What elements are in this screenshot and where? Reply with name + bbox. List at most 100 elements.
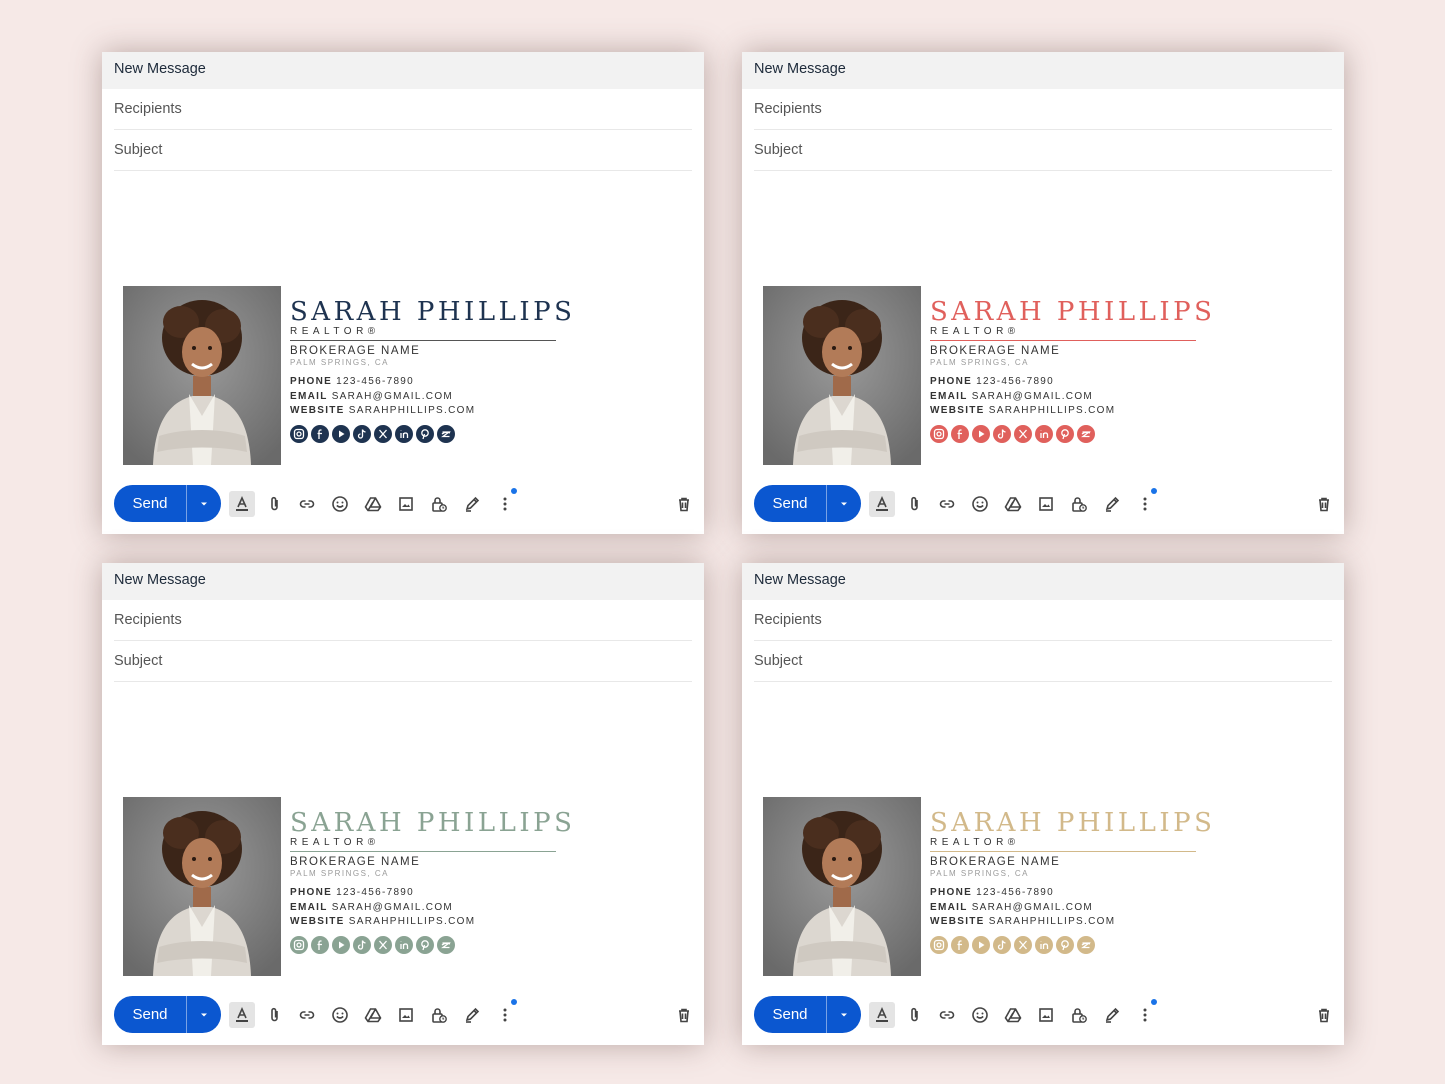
- more-icon[interactable]: [492, 491, 518, 517]
- link-icon[interactable]: [294, 491, 320, 517]
- schedule-send-dropdown[interactable]: [827, 996, 861, 1033]
- drive-icon[interactable]: [360, 1002, 386, 1028]
- attach-icon[interactable]: [262, 1002, 288, 1028]
- youtube-icon[interactable]: [972, 935, 990, 954]
- lock-clock-icon[interactable]: [426, 1002, 452, 1028]
- instagram-icon[interactable]: [930, 424, 948, 443]
- subject-field[interactable]: Subject: [754, 641, 1332, 682]
- x-icon[interactable]: [374, 935, 392, 954]
- more-icon[interactable]: [1132, 491, 1158, 517]
- pinterest-icon[interactable]: [1056, 935, 1074, 954]
- image-icon[interactable]: [393, 491, 419, 517]
- drive-icon[interactable]: [1000, 491, 1026, 517]
- instagram-icon[interactable]: [290, 935, 308, 954]
- format-text-icon[interactable]: [229, 491, 255, 517]
- pinterest-icon[interactable]: [416, 935, 434, 954]
- pen-icon[interactable]: [459, 1002, 485, 1028]
- emoji-icon[interactable]: [967, 1002, 993, 1028]
- format-text-icon[interactable]: [869, 491, 895, 517]
- website-value[interactable]: SARAHPHILLIPS.COM: [989, 405, 1116, 416]
- instagram-icon[interactable]: [930, 935, 948, 954]
- instagram-icon[interactable]: [290, 424, 308, 443]
- email-value[interactable]: SARAH@GMAIL.COM: [332, 902, 453, 913]
- linkedin-icon[interactable]: [395, 424, 413, 443]
- zillow-icon[interactable]: [1077, 935, 1095, 954]
- pinterest-icon[interactable]: [1056, 424, 1074, 443]
- send-button[interactable]: Send: [114, 996, 221, 1033]
- compose-window: New Message Recipients Subject SARAH PHI…: [742, 563, 1344, 1045]
- schedule-send-dropdown[interactable]: [187, 996, 221, 1033]
- tiktok-icon[interactable]: [993, 935, 1011, 954]
- subject-field[interactable]: Subject: [114, 641, 692, 682]
- send-button[interactable]: Send: [754, 485, 861, 522]
- recipients-field[interactable]: Recipients: [114, 600, 692, 641]
- image-icon[interactable]: [393, 1002, 419, 1028]
- subject-field[interactable]: Subject: [114, 130, 692, 171]
- facebook-icon[interactable]: [311, 935, 329, 954]
- youtube-icon[interactable]: [972, 424, 990, 443]
- x-icon[interactable]: [374, 424, 392, 443]
- youtube-icon[interactable]: [332, 935, 350, 954]
- attach-icon[interactable]: [902, 491, 928, 517]
- link-icon[interactable]: [934, 1002, 960, 1028]
- image-icon[interactable]: [1033, 491, 1059, 517]
- image-icon[interactable]: [1033, 1002, 1059, 1028]
- x-icon[interactable]: [1014, 935, 1032, 954]
- facebook-icon[interactable]: [951, 935, 969, 954]
- website-value[interactable]: SARAHPHILLIPS.COM: [989, 916, 1116, 927]
- facebook-icon[interactable]: [951, 424, 969, 443]
- facebook-icon[interactable]: [311, 424, 329, 443]
- linkedin-icon[interactable]: [1035, 935, 1053, 954]
- schedule-send-dropdown[interactable]: [827, 485, 861, 522]
- send-button[interactable]: Send: [754, 996, 861, 1033]
- more-icon[interactable]: [492, 1002, 518, 1028]
- recipients-field[interactable]: Recipients: [754, 600, 1332, 641]
- tiktok-icon[interactable]: [993, 424, 1011, 443]
- pen-icon[interactable]: [1099, 491, 1125, 517]
- link-icon[interactable]: [934, 491, 960, 517]
- emoji-icon[interactable]: [967, 491, 993, 517]
- schedule-send-dropdown[interactable]: [187, 485, 221, 522]
- lock-clock-icon[interactable]: [426, 491, 452, 517]
- website-value[interactable]: SARAHPHILLIPS.COM: [349, 916, 476, 927]
- subject-field[interactable]: Subject: [754, 130, 1332, 171]
- pen-icon[interactable]: [1099, 1002, 1125, 1028]
- website-label: WEBSITE: [930, 916, 985, 927]
- email-value[interactable]: SARAH@GMAIL.COM: [332, 391, 453, 402]
- trash-icon[interactable]: [671, 491, 697, 517]
- pinterest-icon[interactable]: [416, 424, 434, 443]
- zillow-icon[interactable]: [437, 935, 455, 954]
- format-text-icon[interactable]: [229, 1002, 255, 1028]
- tiktok-icon[interactable]: [353, 935, 371, 954]
- more-icon[interactable]: [1132, 1002, 1158, 1028]
- send-button[interactable]: Send: [114, 485, 221, 522]
- trash-icon[interactable]: [671, 1002, 697, 1028]
- compose-title: New Message: [102, 563, 704, 600]
- zillow-icon[interactable]: [1077, 424, 1095, 443]
- attach-icon[interactable]: [902, 1002, 928, 1028]
- website-value[interactable]: SARAHPHILLIPS.COM: [349, 405, 476, 416]
- emoji-icon[interactable]: [327, 491, 353, 517]
- lock-clock-icon[interactable]: [1066, 491, 1092, 517]
- zillow-icon[interactable]: [437, 424, 455, 443]
- email-value[interactable]: SARAH@GMAIL.COM: [972, 902, 1093, 913]
- emoji-icon[interactable]: [327, 1002, 353, 1028]
- link-icon[interactable]: [294, 1002, 320, 1028]
- linkedin-icon[interactable]: [1035, 424, 1053, 443]
- trash-icon[interactable]: [1311, 1002, 1337, 1028]
- tiktok-icon[interactable]: [353, 424, 371, 443]
- drive-icon[interactable]: [1000, 1002, 1026, 1028]
- pen-icon[interactable]: [459, 491, 485, 517]
- trash-icon[interactable]: [1311, 491, 1337, 517]
- x-icon[interactable]: [1014, 424, 1032, 443]
- signature-location: PALM SPRINGS, CA: [290, 358, 389, 367]
- recipients-field[interactable]: Recipients: [114, 89, 692, 130]
- format-text-icon[interactable]: [869, 1002, 895, 1028]
- lock-clock-icon[interactable]: [1066, 1002, 1092, 1028]
- email-value[interactable]: SARAH@GMAIL.COM: [972, 391, 1093, 402]
- recipients-field[interactable]: Recipients: [754, 89, 1332, 130]
- linkedin-icon[interactable]: [395, 935, 413, 954]
- drive-icon[interactable]: [360, 491, 386, 517]
- youtube-icon[interactable]: [332, 424, 350, 443]
- attach-icon[interactable]: [262, 491, 288, 517]
